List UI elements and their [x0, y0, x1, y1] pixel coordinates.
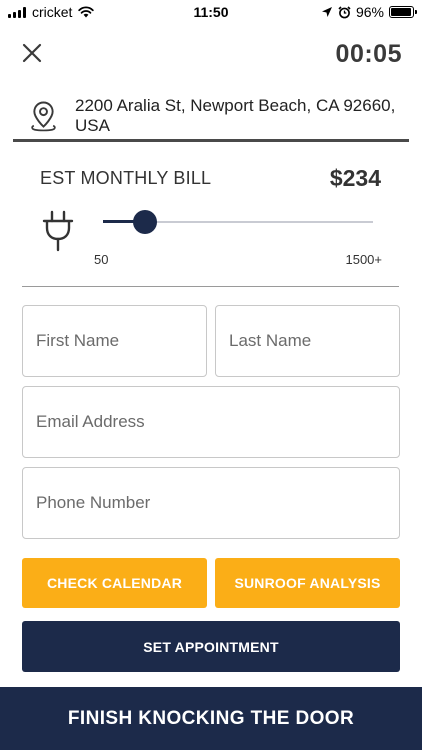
address-text: 2200 Aralia St, Newport Beach, CA 92660,… [74, 96, 396, 135]
first-name-input[interactable] [36, 306, 206, 376]
email-input[interactable] [36, 387, 399, 457]
last-name-input[interactable] [229, 306, 399, 376]
address-divider [13, 139, 409, 142]
bill-divider [22, 286, 399, 287]
finish-knocking-button[interactable]: FINISH KNOCKING THE DOOR [0, 687, 422, 750]
sunroof-analysis-button[interactable]: SUNROOF ANALYSIS [215, 558, 400, 608]
last-name-field[interactable] [215, 305, 400, 377]
email-field[interactable] [22, 386, 400, 458]
location-arrow-icon [321, 7, 332, 17]
set-appointment-button[interactable]: SET APPOINTMENT [22, 621, 400, 672]
battery-icon [389, 6, 417, 18]
bill-label: EST MONTHLY BILL [40, 168, 212, 188]
address-row[interactable]: 2200 Aralia St, Newport Beach, CA 92660,… [30, 96, 422, 136]
slider-thumb[interactable] [132, 210, 157, 234]
battery-percent: 96% [355, 4, 384, 20]
phone-field[interactable] [22, 467, 400, 539]
location-pin-icon [31, 101, 56, 132]
bill-value: $234 [329, 165, 381, 191]
slider-min-label: 50 [94, 252, 109, 267]
battery-fill [391, 8, 412, 16]
session-timer: 00:05 [335, 40, 402, 68]
close-icon [22, 43, 42, 63]
monthly-bill-slider[interactable] [103, 210, 373, 234]
close-button[interactable] [20, 41, 44, 65]
status-right: 96% [321, 4, 417, 20]
slider-max-label: 1500+ [345, 252, 382, 267]
plug-icon [42, 210, 74, 252]
first-name-field[interactable] [22, 305, 207, 377]
status-bar: cricket 11:50 96% [0, 0, 422, 24]
alarm-clock-icon [338, 5, 351, 18]
check-calendar-button[interactable]: CHECK CALENDAR [22, 558, 207, 608]
phone-input[interactable] [36, 468, 399, 538]
